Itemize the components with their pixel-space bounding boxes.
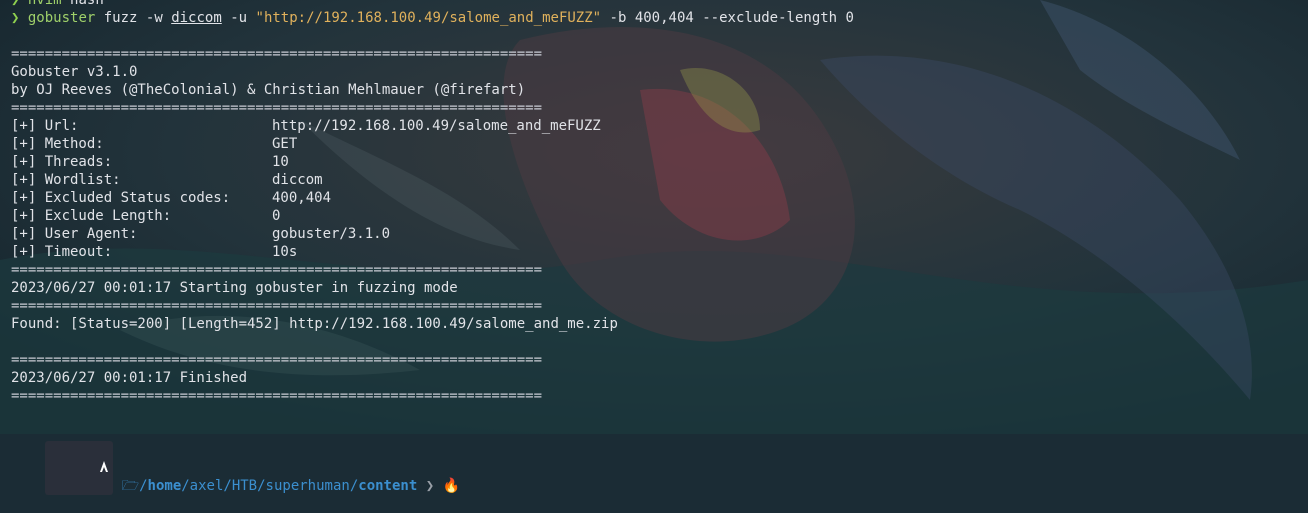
separator: ========================================…: [11, 100, 543, 116]
config-row: [+] Timeout: 10s: [11, 244, 298, 260]
banner-authors: by OJ Reeves (@TheColonial) & Christian …: [11, 82, 526, 98]
config-row: [+] Method: GET: [11, 136, 298, 152]
separator: ========================================…: [11, 388, 543, 404]
separator: ========================================…: [11, 262, 543, 278]
config-row: [+] User Agent: gobuster/3.1.0: [11, 226, 391, 242]
separator: ========================================…: [11, 352, 543, 368]
linux-icon: [44, 441, 114, 495]
config-row: [+] Url: http://192.168.100.49/salome_and…: [11, 118, 601, 134]
current-path[interactable]: /home/axel/HTB/superhuman/content: [139, 478, 417, 494]
wordlist-arg: diccom: [171, 10, 222, 26]
found-result: Found: [Status=200] [Length=452] http://…: [11, 316, 618, 332]
config-row: [+] Threads: 10: [11, 154, 289, 170]
fire-icon: 🔥: [442, 478, 461, 494]
config-row: [+] Excluded Status codes: 400,404: [11, 190, 332, 206]
command-line: ❯ gobuster fuzz -w diccom -u "http://192…: [11, 10, 854, 26]
config-row: [+] Exclude Length: 0: [11, 208, 281, 224]
previous-command-line: ❯ nvim hash: [11, 0, 104, 8]
finish-message: 2023/06/27 00:01:17 Finished: [11, 370, 248, 386]
terminal-output: ❯ nvim hash ❯ gobuster fuzz -w diccom -u…: [11, 0, 854, 495]
folder-icon: 🗁: [113, 478, 140, 494]
shell-prompt[interactable]: 🗁/home/axel/HTB/superhuman/content ❯ 🔥: [11, 423, 854, 495]
config-row: [+] Wordlist: diccom: [11, 172, 323, 188]
start-message: 2023/06/27 00:01:17 Starting gobuster in…: [11, 280, 458, 296]
banner-version: Gobuster v3.1.0: [11, 64, 138, 80]
url-arg: "http://192.168.100.49/salome_and_meFUZZ…: [255, 10, 602, 26]
separator: ========================================…: [11, 298, 543, 314]
separator: ========================================…: [11, 46, 543, 62]
